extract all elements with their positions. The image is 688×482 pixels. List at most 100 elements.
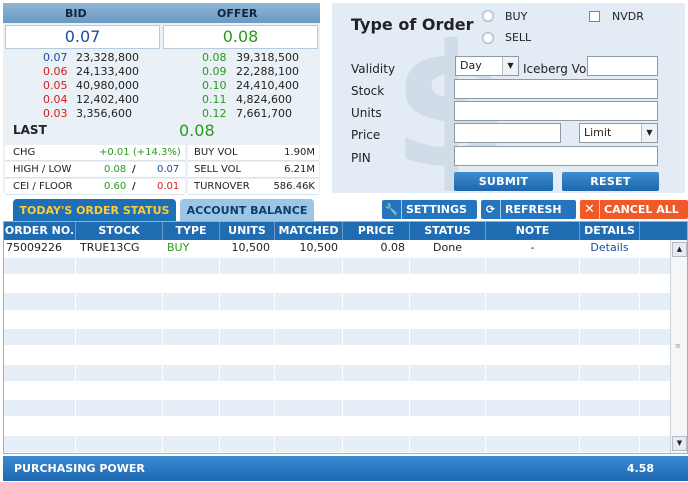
cell-status bbox=[410, 293, 486, 310]
submit-button[interactable]: SUBMIT bbox=[454, 172, 553, 191]
cell-matched bbox=[275, 257, 343, 275]
pin-input[interactable] bbox=[454, 146, 658, 166]
reset-button[interactable]: RESET bbox=[562, 172, 659, 191]
bid-volume: 24,133,400 bbox=[76, 65, 139, 78]
cell-matched: 10,500 bbox=[275, 240, 343, 257]
offer-price: 0.10 bbox=[202, 79, 227, 92]
column-header-stock[interactable]: STOCK bbox=[76, 222, 163, 240]
bid-price: 0.04 bbox=[43, 93, 68, 106]
sell-radio[interactable] bbox=[482, 32, 494, 44]
table-row[interactable]: 75009226 TRUE13CG BUY 10,500 10,500 0.08 Done -… bbox=[4, 240, 670, 258]
column-header-matched[interactable]: MATCHED bbox=[275, 222, 343, 240]
cell-details bbox=[580, 293, 640, 310]
buy-vol-label: BUY VOL bbox=[194, 147, 238, 158]
units-label: Units bbox=[351, 106, 382, 120]
cell-stock bbox=[76, 418, 163, 435]
cell-details bbox=[580, 382, 640, 399]
column-header-type[interactable]: TYPE bbox=[163, 222, 220, 240]
bid-header: BID bbox=[65, 7, 87, 20]
scroll-grip-icon[interactable]: ≡ bbox=[675, 342, 681, 350]
column-header-price[interactable]: PRICE bbox=[343, 222, 410, 240]
offer-volume: 39,318,500 bbox=[236, 51, 299, 64]
table-row bbox=[4, 400, 670, 418]
scroll-up-icon[interactable]: ▲ bbox=[672, 242, 687, 257]
cell-units bbox=[220, 346, 275, 364]
cell-note bbox=[486, 400, 580, 417]
offer-price: 0.09 bbox=[202, 65, 227, 78]
cell-status: Done bbox=[410, 240, 486, 257]
offer-price: 0.11 bbox=[202, 93, 227, 106]
iceberg-vol-input[interactable] bbox=[587, 56, 658, 76]
cancel-all-button[interactable]: ✕ CANCEL ALL bbox=[580, 200, 688, 219]
cell-status bbox=[410, 364, 486, 381]
cell-order-no bbox=[4, 382, 76, 399]
stat-turnover: TURNOVER 586.46K bbox=[188, 179, 319, 195]
cell-type bbox=[163, 400, 220, 417]
column-header-status[interactable]: STATUS bbox=[410, 222, 486, 240]
turnover-label: TURNOVER bbox=[194, 181, 250, 192]
cell-type bbox=[163, 346, 220, 364]
cell-type bbox=[163, 418, 220, 435]
bid-price: 0.07 bbox=[43, 51, 68, 64]
nvdr-checkbox[interactable] bbox=[589, 11, 600, 22]
vertical-scrollbar[interactable]: ▲ ≡ ▼ bbox=[670, 240, 687, 453]
cell-type bbox=[163, 293, 220, 310]
cell-units bbox=[220, 364, 275, 381]
cell-status bbox=[410, 435, 486, 453]
column-header-order-no[interactable]: ORDER NO. bbox=[4, 222, 76, 240]
tab-todays-order-status[interactable]: TODAY'S ORDER STATUS bbox=[13, 199, 176, 222]
cancel-all-label: CANCEL ALL bbox=[604, 203, 679, 216]
cell-price bbox=[343, 329, 410, 346]
last-price: 0.08 bbox=[179, 121, 215, 140]
stat-sell-vol: SELL VOL 6.21M bbox=[188, 162, 319, 178]
validity-label: Validity bbox=[351, 62, 396, 76]
cell-stock bbox=[76, 275, 163, 292]
cell-order-no bbox=[4, 400, 76, 417]
cell-type bbox=[163, 329, 220, 346]
offer-price: 0.08 bbox=[202, 51, 227, 64]
cell-status bbox=[410, 275, 486, 292]
cell-price bbox=[343, 275, 410, 292]
refresh-button[interactable]: ⟳ REFRESH bbox=[481, 200, 576, 219]
cell-note: - bbox=[486, 240, 580, 257]
stat-high-low: HIGH / LOW 0.08 / 0.07 bbox=[5, 162, 185, 178]
cell-order-no bbox=[4, 418, 76, 435]
cell-details bbox=[580, 346, 640, 364]
cell-status bbox=[410, 257, 486, 275]
cell-stock bbox=[76, 382, 163, 399]
cell-units bbox=[220, 435, 275, 453]
depth-row: 0.04 12,402,400 0.11 4,824,600 bbox=[3, 93, 320, 107]
cell-type bbox=[163, 275, 220, 292]
scroll-down-icon[interactable]: ▼ bbox=[672, 436, 687, 451]
cell-stock bbox=[76, 435, 163, 453]
price-input[interactable] bbox=[454, 123, 561, 143]
units-input[interactable] bbox=[454, 101, 658, 121]
column-header-note[interactable]: NOTE bbox=[486, 222, 580, 240]
cell-status bbox=[410, 346, 486, 364]
cell-price bbox=[343, 435, 410, 453]
buy-radio[interactable] bbox=[482, 10, 494, 22]
cell-stock: TRUE13CG bbox=[76, 240, 163, 257]
bid-volume: 12,402,400 bbox=[76, 93, 139, 106]
tab-account-balance[interactable]: ACCOUNT BALANCE bbox=[180, 199, 314, 222]
cell-details[interactable]: Details bbox=[580, 240, 640, 257]
cell-price bbox=[343, 364, 410, 381]
cell-order-no bbox=[4, 329, 76, 346]
best-bid: 0.07 bbox=[5, 25, 160, 49]
column-header-units[interactable]: UNITS bbox=[220, 222, 275, 240]
cell-details bbox=[580, 329, 640, 346]
price-type-select[interactable]: Limit ▼ bbox=[579, 123, 658, 143]
chg-label: CHG bbox=[13, 147, 36, 158]
cell-stock bbox=[76, 311, 163, 328]
settings-button[interactable]: 🔧 SETTINGS bbox=[382, 200, 477, 219]
cell-matched bbox=[275, 293, 343, 310]
cell-note bbox=[486, 311, 580, 328]
cell-details bbox=[580, 364, 640, 381]
validity-select[interactable]: Day ▼ bbox=[455, 56, 519, 76]
bid-volume: 3,356,600 bbox=[76, 107, 132, 120]
column-header-details[interactable]: DETAILS bbox=[580, 222, 640, 240]
turnover-value: 586.46K bbox=[273, 181, 315, 192]
cell-matched bbox=[275, 329, 343, 346]
stock-input[interactable] bbox=[454, 79, 658, 99]
market-depth-panel: BID OFFER 0.07 0.08 0.07 23,328,800 0.08 39… bbox=[3, 3, 320, 195]
